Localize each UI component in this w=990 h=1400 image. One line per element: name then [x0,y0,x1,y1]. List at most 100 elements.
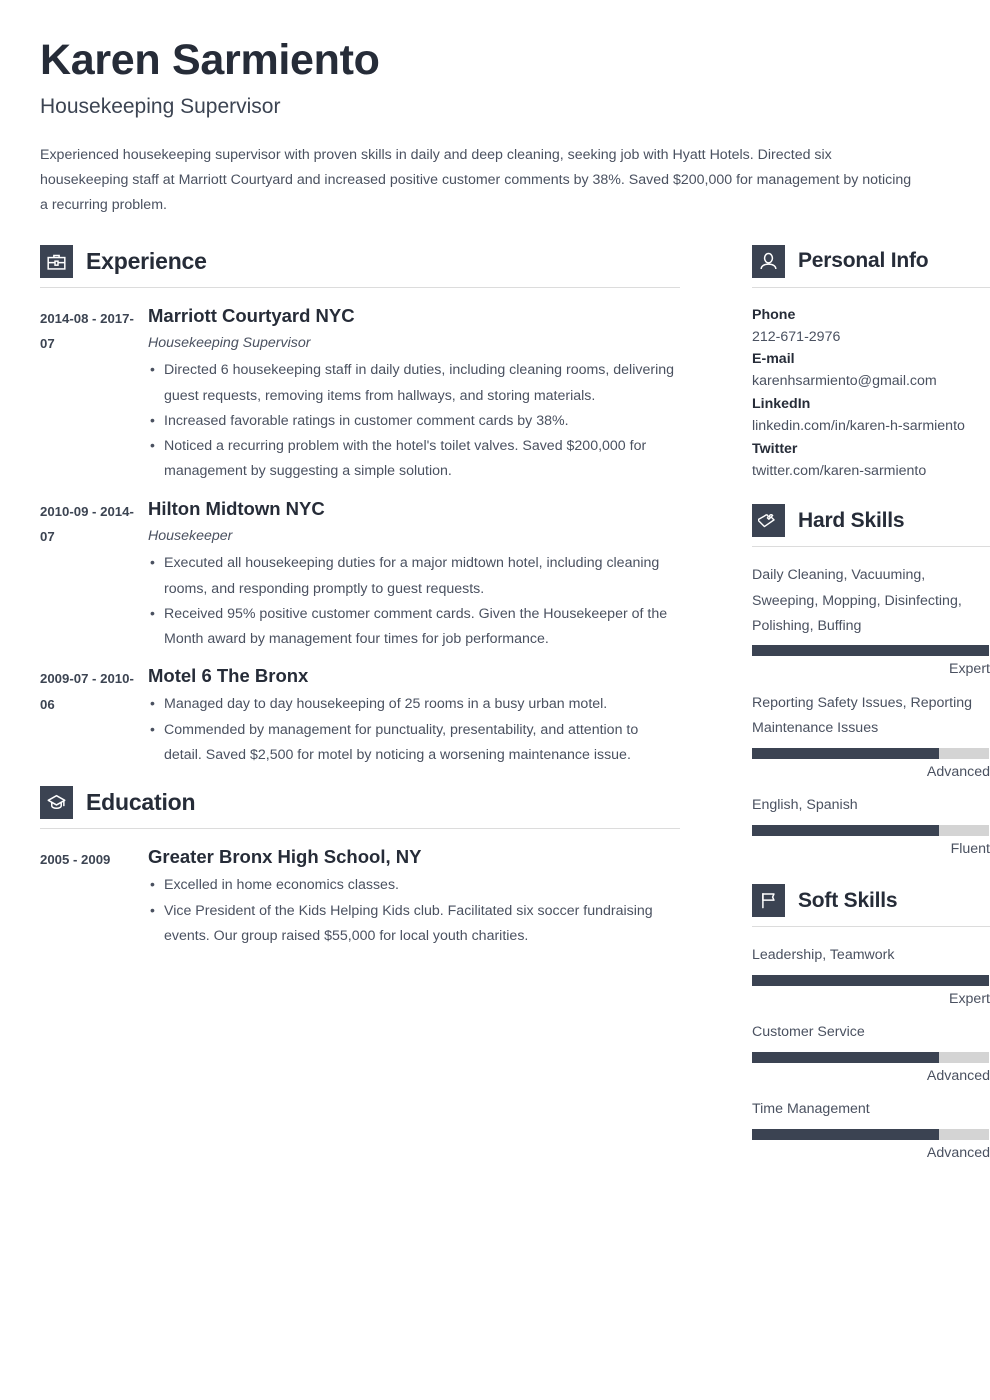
list-item: Increased favorable ratings in customer … [148,408,680,434]
section-header-education: Education [40,786,680,828]
info-label: Phone [752,306,796,323]
entry-bullets: Managed day to day housekeeping of 25 ro… [148,691,680,769]
experience-entry: 2010-09 - 2014-07 Hilton Midtown NYC Hou… [40,497,680,653]
skill-name: Daily Cleaning, Vacuuming, Sweeping, Mop… [752,567,962,635]
person-icon [752,244,785,278]
professional-summary: Experienced housekeeping supervisor with… [40,146,912,214]
skill-bar-fill [752,747,940,759]
skill-item: Daily Cleaning, Vacuuming, Sweeping, Mop… [752,563,990,681]
info-value-twitter[interactable]: twitter.com/karen-sarmiento [752,460,990,483]
section-divider [40,286,680,288]
info-field: Twitter twitter.com/karen-sarmiento [752,438,990,483]
skill-level: Advanced [926,763,990,780]
section-divider [752,286,990,288]
entry-dates: 2010-09 - 2014-07 [40,503,134,544]
skill-item: Customer Service Advanced [752,1020,990,1087]
list-item: Noticed a recurring problem with the hot… [148,433,680,485]
section-title-personal-info: Personal Info [798,249,929,273]
section-soft-skills: Soft Skills Leadership, Teamwork Expert … [752,884,990,1164]
entry-dates: 2005 - 2009 [40,852,111,868]
section-title-hard-skills: Hard Skills [798,508,905,532]
skill-level: Fluent [950,840,990,857]
entry-bullets: Directed 6 housekeeping staff in daily d… [148,357,680,485]
skill-bar [752,1128,989,1140]
section-hard-skills: Hard Skills Daily Cleaning, Vacuuming, S… [752,504,990,860]
graduation-cap-icon [40,786,73,820]
section-education: Education 2005 - 2009 Greater Bronx High… [40,786,680,949]
list-item: Commended by management for punctuality,… [148,717,680,769]
entry-organization: Motel 6 The Bronx [148,665,309,687]
list-item: Received 95% positive customer comment c… [148,601,680,653]
skill-bar-fill [752,974,989,986]
skill-bar-fill [752,645,989,657]
skill-bar [752,1051,989,1063]
job-title: Housekeeping Supervisor [40,95,281,119]
skill-bar [752,824,989,836]
skill-level: Expert [948,990,990,1007]
info-label: E-mail [752,351,795,368]
education-entry: 2005 - 2009 Greater Bronx High School, N… [40,845,680,949]
info-field: Phone 212-671-2976 [752,304,990,349]
list-item: Directed 6 housekeeping staff in daily d… [148,357,680,409]
skill-bar-fill [752,1128,940,1140]
info-value-phone: 212-671-2976 [752,328,841,345]
info-field: LinkedIn linkedin.com/in/karen-h-sarmien… [752,393,990,438]
experience-entry: 2009-07 - 2010-06 Motel 6 The Bronx Mana… [40,664,680,768]
info-label: LinkedIn [752,396,811,413]
skill-bar [752,645,989,657]
info-value-linkedin[interactable]: linkedin.com/in/karen-h-sarmiento [752,415,990,438]
resume-header: Karen Sarmiento Housekeeping Supervisor … [40,36,950,219]
entry-body: Greater Bronx High School, NY Excelled i… [148,845,680,949]
section-header-experience: Experience [40,244,680,287]
skill-bar-fill [752,1051,940,1063]
info-field: E-mail karenhsarmiento@gmail.com [752,348,990,393]
skill-name: Time Management [752,1101,870,1118]
skill-name: Customer Service [752,1024,865,1041]
main-column: Experience 2014-08 - 2017-07 Marriott Co… [40,244,680,962]
list-item: Vice President of the Kids Helping Kids … [148,898,680,950]
section-title-education: Education [86,789,196,816]
entry-organization: Greater Bronx High School, NY [148,846,422,868]
skill-item: Time Management Advanced [752,1097,990,1164]
entry-organization: Hilton Midtown NYC [148,497,325,519]
skill-level: Expert [948,661,990,678]
page-title: Karen Sarmiento [40,36,380,84]
skill-bar-fill [752,824,940,836]
section-experience: Experience 2014-08 - 2017-07 Marriott Co… [40,244,680,769]
entry-organization: Marriott Courtyard NYC [148,304,355,326]
info-value-email[interactable]: karenhsarmiento@gmail.com [752,370,990,393]
skill-name: English, Spanish [752,797,858,814]
skill-name: Reporting Safety Issues, Reporting Maint… [752,695,973,737]
section-divider [752,926,990,928]
section-personal-info: Personal Info Phone 212-671-2976 E-mail … [752,244,990,483]
skill-name: Leadership, Teamwork [752,947,895,964]
skill-item: English, Spanish Fluent [752,793,990,860]
entry-body: Hilton Midtown NYC Housekeeper Executed … [148,497,680,653]
resume-page: Karen Sarmiento Housekeeping Supervisor … [0,0,990,1400]
skill-bar [752,747,989,759]
list-item: Managed day to day housekeeping of 25 ro… [148,691,680,717]
list-item: Executed all housekeeping duties for a m… [148,550,680,602]
entry-role: Housekeeping Supervisor [148,334,311,351]
entry-bullets: Excelled in home economics classes. Vice… [148,872,680,950]
info-label: Twitter [752,440,798,457]
entry-body: Marriott Courtyard NYC Housekeeping Supe… [148,304,680,485]
sidebar: Personal Info Phone 212-671-2976 E-mail … [752,244,990,1175]
section-title-soft-skills: Soft Skills [798,888,898,912]
list-item: Excelled in home economics classes. [148,872,680,898]
section-divider [40,828,680,830]
flag-icon [752,884,785,918]
experience-entry: 2014-08 - 2017-07 Marriott Courtyard NYC… [40,304,680,485]
puzzle-piece-icon [752,504,785,538]
section-header-personal-info: Personal Info [752,244,990,287]
section-title-experience: Experience [86,247,207,274]
entry-dates: 2009-07 - 2010-06 [40,671,134,712]
skill-item: Leadership, Teamwork Expert [752,943,990,1010]
skill-level: Advanced [926,1144,990,1161]
section-header-soft-skills: Soft Skills [752,884,990,926]
entry-bullets: Executed all housekeeping duties for a m… [148,550,680,653]
skill-bar [752,974,989,986]
section-divider [752,546,990,548]
skill-item: Reporting Safety Issues, Reporting Maint… [752,691,990,783]
entry-role: Housekeeper [148,527,233,544]
